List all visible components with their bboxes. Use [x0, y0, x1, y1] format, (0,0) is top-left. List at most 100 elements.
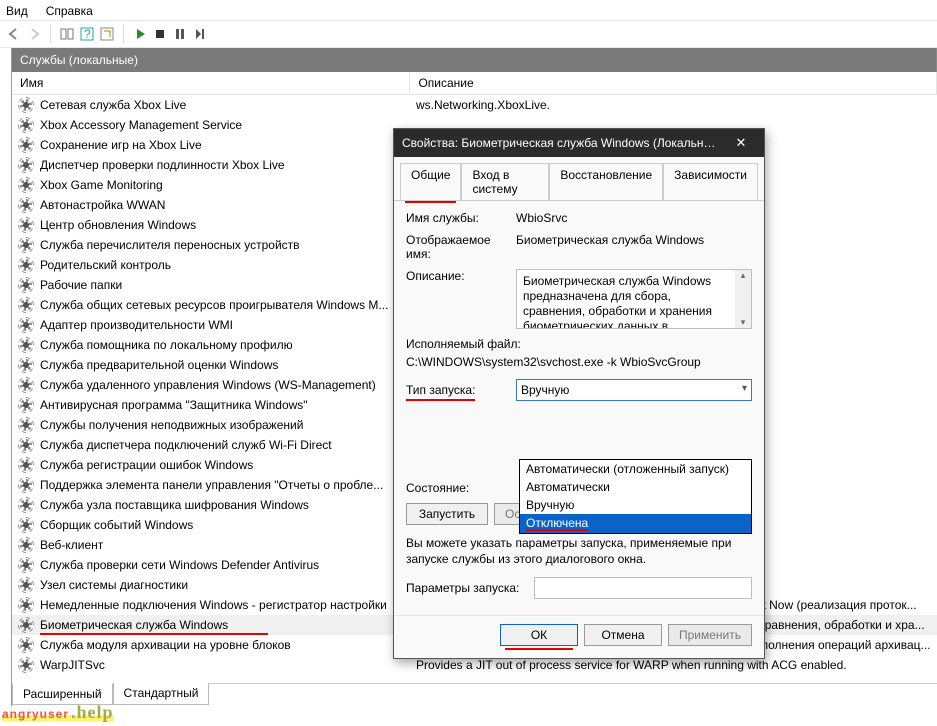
gear-icon [18, 377, 34, 393]
ok-button[interactable]: ОК [500, 624, 578, 646]
start-icon[interactable] [132, 26, 148, 42]
label-display-name: Отображаемое имя: [406, 233, 508, 261]
tab-standard[interactable]: Стандартный [113, 683, 210, 705]
forward-icon[interactable] [26, 26, 42, 42]
label-start-params: Параметры запуска: [406, 581, 526, 595]
service-name: Служба модуля архивации на уровне блоков [40, 638, 291, 652]
service-name: Родительский контроль [40, 258, 171, 272]
gear-icon [18, 617, 34, 633]
gear-icon [18, 557, 34, 573]
startup-type-dropdown[interactable]: Автоматически (отложенный запуск) Автома… [519, 459, 752, 534]
service-name: Служба перечислителя переносных устройст… [40, 238, 300, 252]
service-name: Служба помощника по локальному профилю [40, 338, 293, 352]
gear-icon [18, 317, 34, 333]
gear-icon [18, 437, 34, 453]
menu-bar: Вид Справка [0, 0, 937, 20]
menu-help[interactable]: Справка [46, 4, 93, 18]
refresh-icon[interactable] [99, 26, 115, 42]
gear-icon [18, 197, 34, 213]
label-state: Состояние: [406, 481, 508, 495]
column-header-name[interactable]: Имя [12, 72, 410, 95]
gear-icon [18, 117, 34, 133]
gear-icon [18, 597, 34, 613]
option-disabled[interactable]: Отключена [520, 514, 751, 533]
label-service-name: Имя службы: [406, 211, 508, 225]
gear-icon [18, 97, 34, 113]
option-auto[interactable]: Автоматически [520, 478, 751, 496]
service-name: Автонастройка WWAN [40, 198, 165, 212]
label-startup-type: Тип запуска: [406, 383, 475, 397]
pause-icon[interactable] [172, 26, 188, 42]
service-name: Центр обновления Windows [40, 218, 196, 232]
tab-logon[interactable]: Вход в систему [461, 163, 549, 200]
gear-icon [18, 297, 34, 313]
service-name: Адаптер производительности WMI [40, 318, 233, 332]
service-name: Биометрическая служба Windows [40, 618, 228, 632]
back-icon[interactable] [6, 26, 22, 42]
cancel-button[interactable]: Отмена [584, 624, 662, 646]
service-name: Сохранение игр на Xbox Live [40, 138, 202, 152]
service-name: Службы получения неподвижных изображений [40, 418, 303, 432]
dialog-titlebar[interactable]: Свойства: Биометрическая служба Windows … [394, 129, 764, 157]
menu-view[interactable]: Вид [6, 4, 28, 18]
gear-icon [18, 137, 34, 153]
option-auto-delayed[interactable]: Автоматически (отложенный запуск) [520, 460, 751, 478]
service-name: Немедленные подключения Windows - регист… [40, 598, 387, 612]
bottom-tabs: Расширенный Стандартный [12, 683, 937, 706]
gear-icon [18, 537, 34, 553]
option-manual[interactable]: Вручную [520, 496, 751, 514]
svg-text:?: ? [84, 27, 91, 41]
service-name: Служба регистрации ошибок Windows [40, 458, 253, 472]
gear-icon [18, 217, 34, 233]
service-name: Узел системы диагностики [40, 578, 188, 592]
gear-icon [18, 497, 34, 513]
service-name: Поддержка элемента панели управления "От… [40, 478, 383, 492]
scrollbar[interactable]: ▴▾ [735, 270, 751, 328]
gear-icon [18, 277, 34, 293]
stop-icon[interactable] [152, 26, 168, 42]
properties-dialog: Свойства: Биометрическая служба Windows … [393, 128, 765, 659]
value-executable: C:\WINDOWS\system32\svchost.exe -k WbioS… [406, 355, 701, 369]
service-name: Диспетчер проверки подлинности Xbox Live [40, 158, 285, 172]
gear-icon [18, 177, 34, 193]
startup-type-select[interactable]: Вручную ▾ [516, 379, 752, 401]
service-name: Веб-клиент [40, 538, 103, 552]
tab-general[interactable]: Общие [400, 163, 461, 200]
service-name: Xbox Accessory Management Service [40, 118, 242, 132]
close-icon[interactable]: ✕ [726, 135, 756, 151]
params-note: Вы можете указать параметры запуска, при… [406, 535, 752, 567]
watermark: angryuser.help [2, 701, 114, 724]
left-tree-placeholder [0, 48, 12, 706]
service-name: Служба общих сетевых ресурсов проигрыват… [40, 298, 388, 312]
gear-icon [18, 257, 34, 273]
table-row[interactable]: Сетевая служба Xbox Live ws.Networking.Xb… [12, 95, 937, 116]
service-name: Xbox Game Monitoring [40, 178, 163, 192]
service-name: Сборщик событий Windows [40, 518, 193, 532]
tab-recovery[interactable]: Восстановление [549, 163, 663, 200]
help-icon[interactable]: ? [79, 26, 95, 42]
value-display-name: Биометрическая служба Windows [516, 233, 752, 247]
label-description: Описание: [406, 269, 508, 283]
service-description: ws.Networking.XboxLive. [410, 95, 937, 116]
gear-icon [18, 477, 34, 493]
gear-icon [18, 637, 34, 653]
pane-header: Службы (локальные) [12, 48, 937, 72]
gear-icon [18, 337, 34, 353]
description-textbox[interactable]: Биометрическая служба Windows предназнач… [516, 269, 752, 329]
restart-icon[interactable] [192, 26, 208, 42]
gear-icon [18, 657, 34, 673]
service-name: Служба проверки сети Windows Defender An… [40, 558, 319, 572]
dialog-tabs: Общие Вход в систему Восстановление Зави… [394, 157, 764, 201]
gear-icon [18, 397, 34, 413]
show-hide-icon[interactable] [59, 26, 75, 42]
service-name: Служба удаленного управления Windows (WS… [40, 378, 376, 392]
start-params-input[interactable] [534, 577, 752, 599]
service-name: Сетевая служба Xbox Live [40, 98, 186, 112]
gear-icon [18, 157, 34, 173]
service-name: Антивирусная программа "Защитника Window… [40, 398, 308, 412]
start-button[interactable]: Запустить [406, 503, 488, 525]
value-service-name: WbioSrvc [516, 211, 752, 225]
column-header-description[interactable]: Описание [410, 72, 937, 95]
service-name: Рабочие папки [40, 278, 122, 292]
tab-dependencies[interactable]: Зависимости [663, 163, 758, 200]
